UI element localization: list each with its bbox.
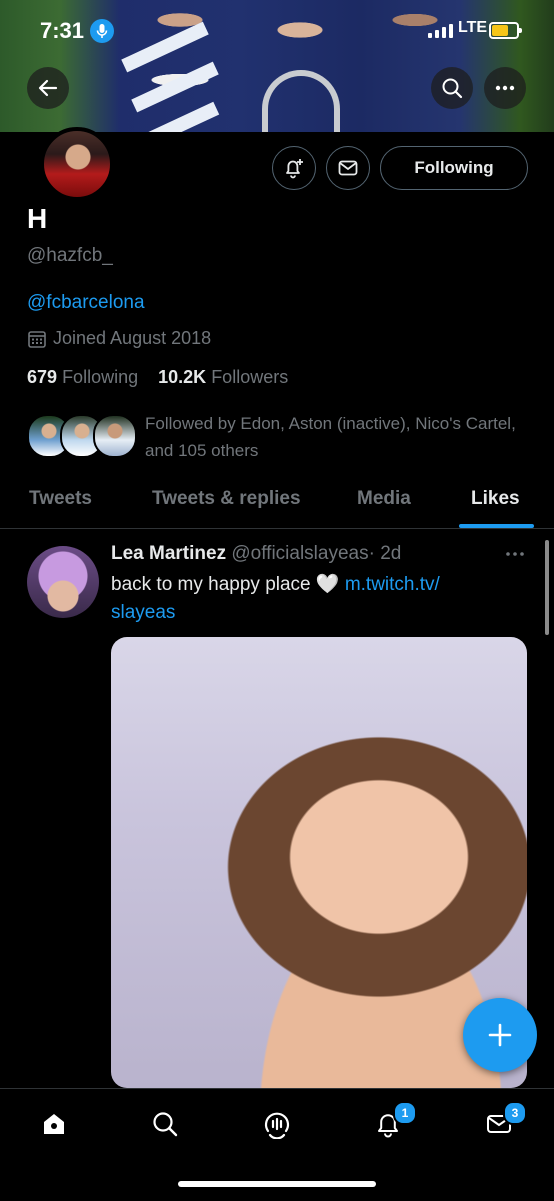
followed-by-text[interactable]: Followed by Edon, Aston (inactive), Nico… [145,410,525,464]
tweet-more-button[interactable] [505,546,525,564]
status-bar: 7:31 LTE [0,0,554,62]
more-dots-icon [495,85,515,91]
calendar-icon [28,330,46,348]
search-button[interactable] [431,67,473,109]
search-icon [153,1112,178,1137]
following-button[interactable]: Following [380,146,528,190]
search-icon [442,78,463,99]
spaces-icon [264,1112,290,1139]
follower-avatar[interactable] [93,414,137,458]
home-icon [44,1114,64,1134]
tweet-time: · 2d [368,543,402,564]
compose-tweet-button[interactable] [463,998,537,1072]
arrow-left-icon [38,79,58,97]
following-count: 679 [27,367,58,387]
nav-spaces[interactable] [260,1107,294,1141]
tweet-link[interactable]: m.twitch.tv/ [345,574,440,595]
battery-icon [489,22,522,39]
followers-count: 10.2K [158,367,207,387]
following-label: Following [62,367,139,387]
more-button[interactable] [484,67,526,109]
followers-label: Followers [211,367,289,387]
tweet-author-handle[interactable]: @officialslayeas [231,543,368,564]
nav-home[interactable] [37,1107,71,1141]
mail-icon [338,160,358,176]
signal-icon [428,24,453,38]
home-indicator[interactable] [178,1181,376,1187]
profile-name: H [27,203,48,234]
active-tab-indicator [459,524,534,528]
profile-avatar[interactable] [40,127,114,201]
notifications-badge: 1 [393,1101,417,1125]
tab-media[interactable]: Media [357,488,411,510]
joined-text: Joined August 2018 [53,328,212,348]
tweet-author-avatar[interactable] [27,546,99,618]
followers-link[interactable]: 10.2K Followers [158,367,288,387]
bell-plus-icon [286,159,303,179]
bio-link[interactable]: @fcbarcelona [27,292,145,314]
microphone-icon [90,19,114,43]
tweet-text: back to my happy place 🤍 m.twitch.tv/ sl… [111,571,511,627]
profile-handle: @hazfcb_ [27,245,113,266]
more-dots-icon [506,552,524,556]
tab-likes[interactable]: Likes [471,488,520,510]
plus-icon [488,1023,512,1047]
messages-badge: 3 [503,1101,527,1125]
tweet-body: back to my happy place 🤍 [111,574,345,595]
tab-tweets-replies[interactable]: Tweets & replies [152,488,301,510]
notify-button[interactable] [272,146,316,190]
back-button[interactable] [27,67,69,109]
tweet-link-cont[interactable]: slayeas [111,602,175,623]
follow-counts: 679 Following 10.2K Followers [27,367,288,388]
tweet-header: Lea Martinez @officialslayeas· 2d [111,543,401,565]
tab-tweets[interactable]: Tweets [29,488,92,510]
tweet-author-name[interactable]: Lea Martinez [111,543,226,564]
scrollbar[interactable] [545,540,549,635]
message-button[interactable] [326,146,370,190]
following-link[interactable]: 679 Following [27,367,138,387]
status-time: 7:31 [40,18,85,43]
tweet-photo[interactable] [111,637,527,1088]
joined-date: Joined August 2018 [27,328,211,349]
network-label: LTE [458,19,488,36]
nav-search[interactable] [148,1107,182,1141]
profile-tabs: Tweets Tweets & replies Media Likes [0,470,554,529]
